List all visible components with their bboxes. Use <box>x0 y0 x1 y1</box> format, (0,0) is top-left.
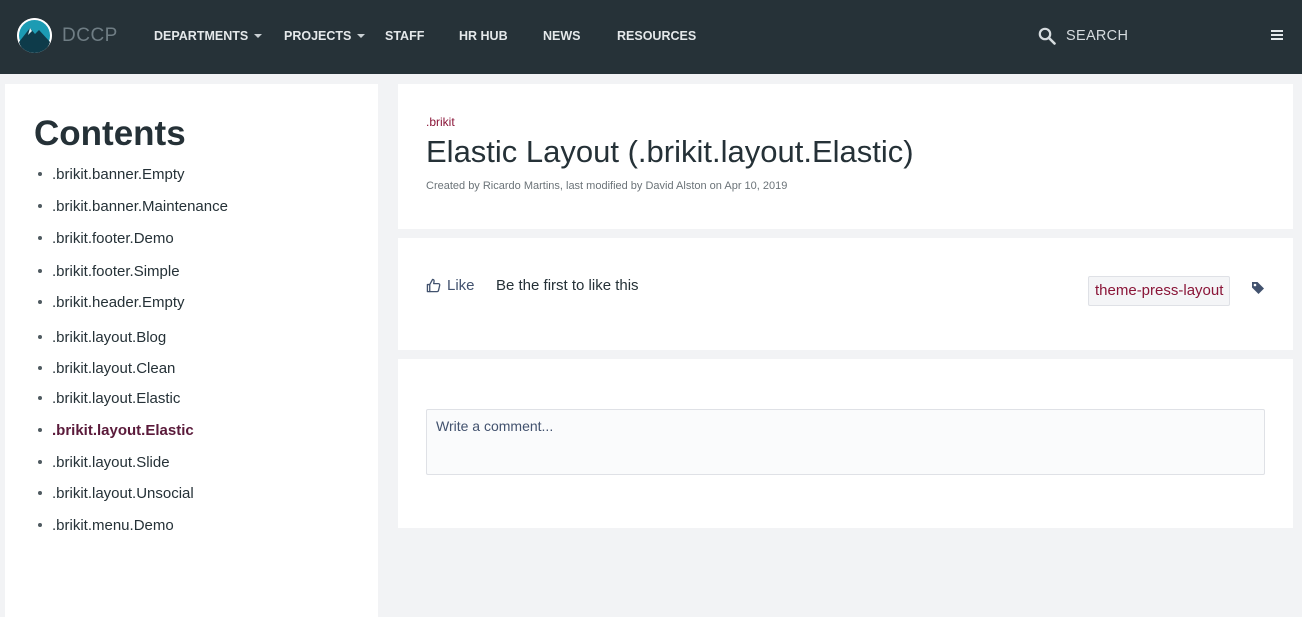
top-navigation-bar: DCCP DEPARTMENTS PROJECTS STAFF HR HUB N… <box>0 0 1302 74</box>
like-label: Like <box>447 277 475 294</box>
bullet-icon <box>38 236 42 240</box>
comment-input[interactable]: Write a comment... <box>426 409 1265 475</box>
nav-label: STAFF <box>385 29 425 43</box>
bullet-icon <box>38 428 42 432</box>
toc-item-label: .brikit.layout.Elastic <box>52 422 194 439</box>
bullet-icon <box>38 396 42 400</box>
bullet-icon <box>38 335 42 339</box>
tag-icon[interactable] <box>1251 281 1265 295</box>
toc-item-label: .brikit.layout.Unsocial <box>52 485 194 502</box>
page-byline: Created by Ricardo Martins, last modifie… <box>426 180 788 192</box>
nav-item-news[interactable]: NEWS <box>543 29 581 43</box>
bullet-icon <box>38 204 42 208</box>
toc-item-label: .brikit.layout.Blog <box>52 329 167 346</box>
nav-label: RESOURCES <box>617 29 697 43</box>
chevron-down-icon <box>357 33 366 38</box>
bullet-icon <box>38 366 42 370</box>
bullet-icon <box>38 460 42 464</box>
toc-item-label: .brikit.banner.Maintenance <box>52 198 228 215</box>
nav-label: HR HUB <box>459 29 508 43</box>
nav-item-staff[interactable]: STAFF <box>385 29 424 43</box>
nav-item-hr-hub[interactable]: HR HUB <box>459 29 508 43</box>
search-label: SEARCH <box>1066 28 1129 44</box>
toc-item-label: .brikit.footer.Simple <box>52 263 180 280</box>
page-header-card: .brikit Elastic Layout (.brikit.layout.E… <box>398 84 1293 229</box>
bullet-icon <box>38 523 42 527</box>
nav-label: PROJECTS <box>284 29 352 43</box>
nav-item-resources[interactable]: RESOURCES <box>617 29 696 43</box>
bullet-icon <box>38 491 42 495</box>
toc-item-label: .brikit.menu.Demo <box>52 517 174 534</box>
thumbs-up-icon <box>426 278 441 293</box>
label-tag[interactable]: theme-press-layout <box>1088 276 1231 306</box>
toc-item-label: .brikit.header.Empty <box>52 294 185 311</box>
contents-sidebar: Contents .brikit.banner.Empty .brikit.ba… <box>5 84 378 617</box>
brand-name[interactable]: DCCP <box>62 25 118 47</box>
nav-label: DEPARTMENTS <box>154 29 249 43</box>
toc-item-label: .brikit.layout.Clean <box>52 360 176 377</box>
nav-label: NEWS <box>543 29 581 43</box>
like-status-text: Be the first to like this <box>496 277 639 294</box>
bullet-icon <box>38 172 42 176</box>
nav-item-departments[interactable]: DEPARTMENTS <box>154 29 263 43</box>
toc-item-label: .brikit.layout.Elastic <box>52 390 181 407</box>
chevron-down-icon <box>254 33 263 38</box>
page-title: Elastic Layout (.brikit.layout.Elastic) <box>426 134 914 169</box>
bullet-icon <box>38 269 42 273</box>
bullet-icon <box>38 300 42 304</box>
like-labels-card: Like Be the first to like this theme-pre… <box>398 238 1293 350</box>
nav-item-projects[interactable]: PROJECTS <box>284 29 366 43</box>
dccp-logo-icon[interactable] <box>17 18 52 53</box>
breadcrumb[interactable]: .brikit <box>426 115 455 129</box>
toc-item-label: .brikit.layout.Slide <box>52 454 170 471</box>
search-icon <box>1038 27 1056 45</box>
sidebar-title: Contents <box>34 114 186 153</box>
toc-item-label: .brikit.footer.Demo <box>52 230 174 247</box>
comment-card: Write a comment... <box>398 359 1293 528</box>
toc-item-label: .brikit.banner.Empty <box>52 166 185 183</box>
hamburger-menu-icon[interactable] <box>1271 30 1283 41</box>
